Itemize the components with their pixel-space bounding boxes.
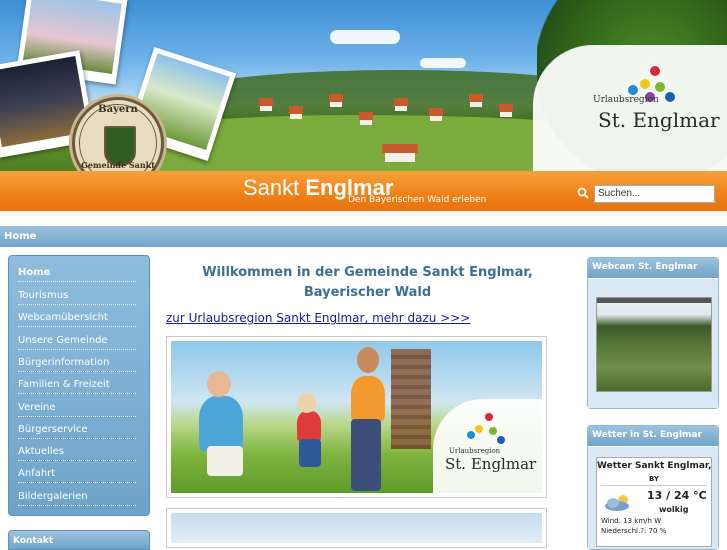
weather-region: BY <box>648 475 660 483</box>
sidebar-item-aktuelles[interactable]: Aktuelles <box>18 446 136 461</box>
weather-temps: 13 / 24 °C <box>647 489 707 502</box>
weather-panel: Wetter in St. Englmar Wetter Sankt Englm… <box>587 425 719 550</box>
region-logo-subtitle: Urlaubsregion <box>593 95 659 105</box>
sidebar-item-webcams[interactable]: Webcamübersicht <box>18 312 136 327</box>
header-banner: Bayern Gemeinde Sankt Englmar Urlaubsreg… <box>0 0 727 171</box>
weather-condition: wolkig <box>659 505 689 514</box>
welcome-line-2: Bayerischer Wald <box>303 285 432 300</box>
sidebar-item-buergerinfo[interactable]: Bürgerinformation <box>18 357 136 372</box>
sidebar-item-gemeinde[interactable]: Unsere Gemeinde <box>18 335 136 350</box>
welcome-heading: Willkommen in der Gemeinde Sankt Englmar… <box>165 263 570 303</box>
region-link[interactable]: zur Urlaubsregion Sankt Englmar, mehr da… <box>166 311 470 325</box>
brand-tagline: Den Bayerischen Wald erleben <box>348 195 487 205</box>
divider <box>0 211 727 216</box>
family-image: Urlaubsregion St. Englmar <box>171 341 542 493</box>
weather-precip: Niederschl.?: 70 % <box>601 527 667 535</box>
image-logo-name: St. Englmar <box>445 455 537 473</box>
sidebar-item-home[interactable]: Home <box>18 267 136 282</box>
sidebar-item-tourismus[interactable]: Tourismus <box>18 290 136 305</box>
weather-wind: Wind: 13 km/h W <box>601 517 662 525</box>
region-logo-name: St. Englmar <box>598 108 720 132</box>
cloud <box>420 58 466 68</box>
municipality-seal: Bayern Gemeinde Sankt Englmar <box>72 97 164 171</box>
sidebar-item-buergerservice[interactable]: Bürgerservice <box>18 424 136 439</box>
weather-widget[interactable]: Wetter Sankt Englmar, BY 13 / 24 °C wolk… <box>596 457 712 547</box>
family-image-frame[interactable]: Urlaubsregion St. Englmar <box>166 336 547 498</box>
brand-light: Sankt <box>243 175 306 200</box>
kontakt-panel: Kontakt <box>8 530 150 550</box>
webcam-caption-strip <box>597 298 711 303</box>
cloud-sun-icon <box>605 495 629 511</box>
search-icon[interactable] <box>577 187 589 199</box>
breadcrumb-bar <box>0 226 727 247</box>
sidebar-item-familien[interactable]: Familien & Freizeit <box>18 379 136 394</box>
search-input[interactable]: Suchen... <box>594 185 715 203</box>
sidebar-item-vereine[interactable]: Vereine <box>18 402 136 417</box>
cloud <box>330 30 400 44</box>
seal-text-top: Bayern <box>98 104 138 115</box>
weather-heading: Wetter Sankt Englmar, <box>597 461 712 471</box>
second-image <box>171 513 542 543</box>
webcam-title: Webcam St. Englmar <box>588 258 718 278</box>
webcam-panel: Webcam St. Englmar <box>587 257 719 409</box>
seal-text-bottom: Gemeinde Sankt Englmar <box>81 160 155 171</box>
webcam-image[interactable] <box>596 297 712 392</box>
weather-title: Wetter in St. Englmar <box>588 426 718 446</box>
sidebar-item-bildergalerien[interactable]: Bildergalerien <box>18 491 136 506</box>
breadcrumb[interactable]: Home <box>4 231 36 242</box>
welcome-line-1: Willkommen in der Gemeinde Sankt Englmar… <box>202 265 533 280</box>
image-logo-subtitle: Urlaubsregion <box>449 447 501 455</box>
second-image-frame[interactable] <box>166 508 547 548</box>
sidebar-item-anfahrt[interactable]: Anfahrt <box>18 468 136 483</box>
